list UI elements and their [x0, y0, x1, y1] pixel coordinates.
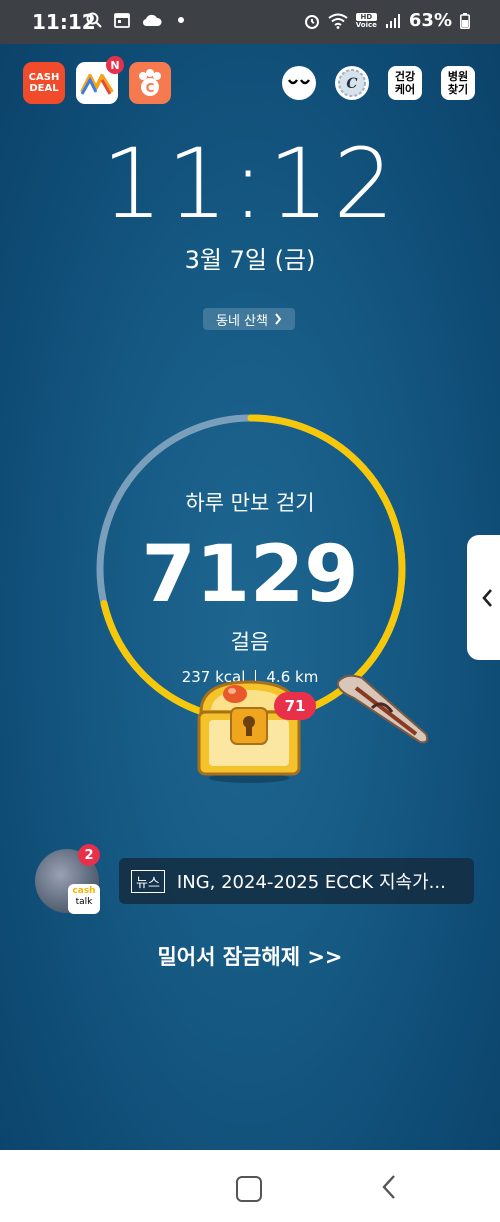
sleepy-eyes-icon	[288, 79, 310, 85]
battery-percent: 63%	[408, 10, 452, 31]
n-app-badge: N	[106, 56, 124, 74]
news-banner[interactable]: 뉴스 ING, 2024-2025 ECCK 지속가...	[119, 858, 474, 904]
hd-label: HD	[355, 12, 377, 21]
dot-icon	[178, 17, 184, 23]
cash-talk-label-2: talk	[75, 897, 93, 907]
reward-count-badge: 71	[274, 692, 316, 720]
svg-text:C: C	[346, 76, 357, 92]
cash-talk-badge: 2	[78, 844, 100, 866]
health-care-label-2: 케어	[394, 83, 416, 96]
home-button[interactable]	[236, 1176, 262, 1202]
sled-board-icon	[336, 674, 429, 744]
health-care-label-1: 건강	[394, 70, 416, 83]
cash-deal-app-button[interactable]: CASH DEAL	[23, 62, 65, 104]
calendar-icon	[114, 13, 130, 28]
news-headline: ING, 2024-2025 ECCK 지속가...	[176, 872, 446, 893]
hospital-label-2: 찾기	[447, 83, 469, 96]
status-bar: 11:12 HD Voice 63%	[0, 0, 500, 44]
news-tag: 뉴스	[131, 869, 165, 893]
side-panel-handle[interactable]	[467, 535, 500, 660]
signal-icon	[385, 13, 400, 28]
sleep-mode-button[interactable]	[282, 66, 316, 100]
cash-talk-label-1: cash	[72, 886, 96, 896]
clock-time: 11:12	[101, 128, 399, 240]
alarm-icon	[304, 14, 319, 29]
coin-button[interactable]: C	[335, 66, 369, 100]
paw-app-button[interactable]: C	[129, 62, 171, 104]
hd-voice-icon: HD Voice	[355, 12, 377, 29]
swipe-to-unlock-label[interactable]: 밀어서 잠금해제 >>	[0, 941, 500, 971]
step-unit: 걸음	[230, 630, 270, 654]
health-care-button[interactable]: 건강 케어	[388, 66, 422, 100]
svg-text:C: C	[146, 81, 155, 95]
navigation-bar	[0, 1150, 500, 1222]
cash-deal-label-1: CASH	[28, 72, 60, 83]
hospital-label-1: 병원	[447, 70, 469, 83]
clock-date: 3월 7일 (금)	[184, 246, 316, 274]
pedometer-title: 하루 만보 걷기	[185, 491, 315, 515]
back-button[interactable]	[380, 1174, 398, 1200]
step-count: 7129	[141, 530, 359, 620]
rainbow-logo-icon	[80, 74, 114, 95]
lock-screen: 11:12 HD Voice 63% CASH DEAL N C C 건강 케어…	[0, 0, 500, 1150]
paw-icon: C	[139, 69, 161, 96]
find-hospital-button[interactable]: 병원 찾기	[441, 66, 475, 100]
wifi-icon	[328, 13, 348, 29]
n-app-button[interactable]: N	[76, 56, 124, 104]
neighborhood-walk-button[interactable]: 동네 산책	[203, 308, 295, 330]
cloud-icon	[142, 14, 162, 27]
walk-button-label: 동네 산책	[216, 313, 268, 329]
chevron-right-icon	[275, 313, 282, 325]
chevron-left-icon	[482, 588, 492, 607]
treasure-chest-icon[interactable]	[189, 672, 309, 784]
search-icon	[86, 12, 102, 28]
cash-deal-label-2: DEAL	[29, 83, 59, 94]
coin-icon: C	[338, 69, 366, 97]
battery-icon	[460, 12, 470, 29]
cash-talk-logo: cash talk	[68, 884, 100, 914]
voice-label: Voice	[355, 20, 377, 29]
